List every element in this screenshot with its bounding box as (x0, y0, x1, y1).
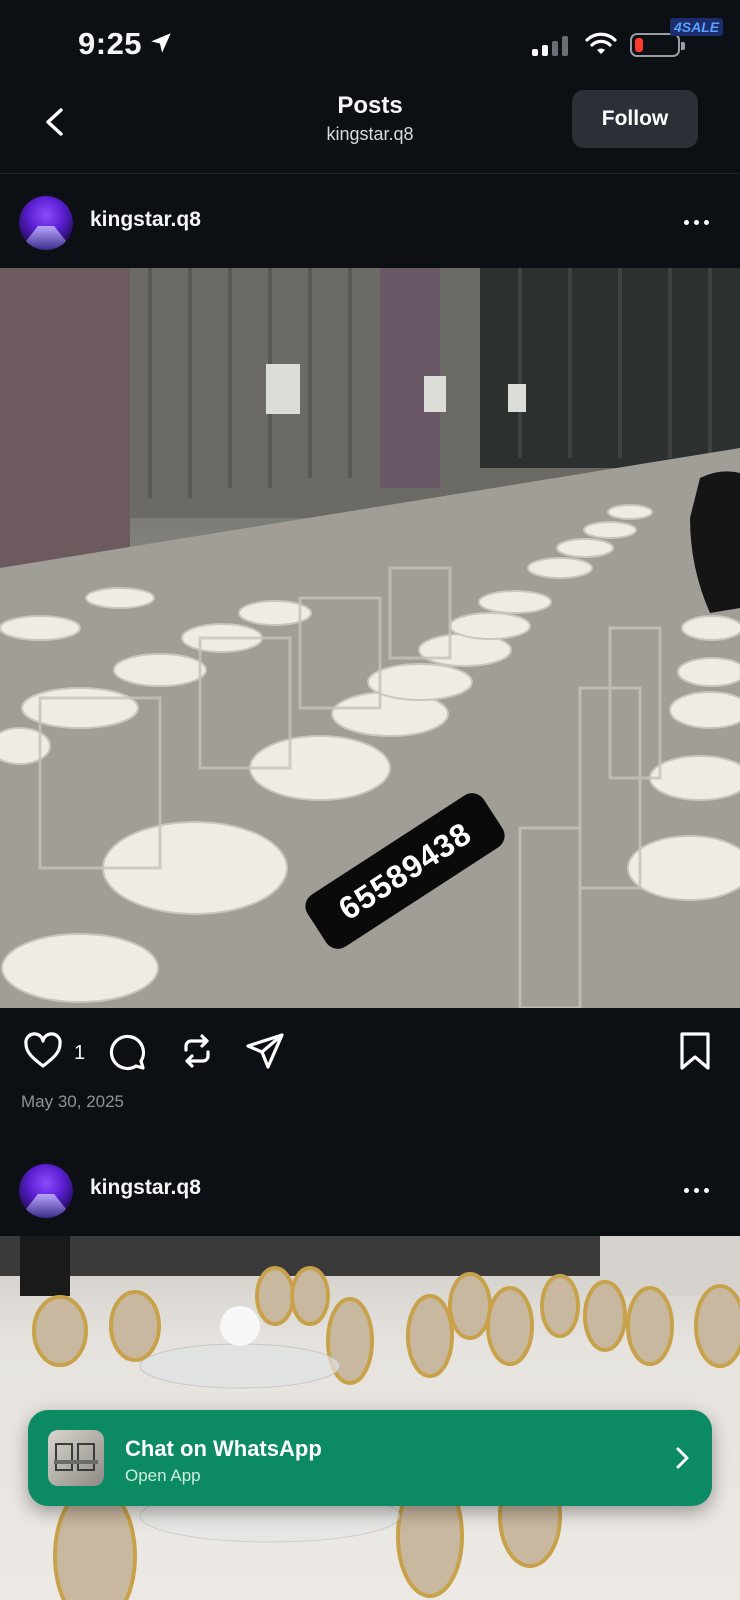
post-image[interactable]: 65589438 (0, 268, 740, 1008)
cellular-signal-icon (532, 36, 568, 56)
sale-badge: 4SALE (670, 18, 724, 36)
banner-title: Chat on WhatsApp (125, 1436, 322, 1461)
post-actions: 1 (0, 1008, 740, 1098)
whatsapp-banner[interactable]: Chat on WhatsApp Open App (28, 1410, 712, 1506)
follow-button[interactable]: Follow (572, 90, 698, 148)
post-header: kingstar.q8 (0, 1154, 740, 1226)
more-horizontal-icon[interactable] (684, 210, 720, 234)
battery-low-icon (630, 33, 685, 57)
post-username[interactable]: kingstar.q8 (90, 1176, 201, 1200)
post-username[interactable]: kingstar.q8 (90, 208, 201, 232)
app-thumbnail (48, 1430, 104, 1486)
post-date: May 30, 2025 (21, 1092, 125, 1111)
repost-icon[interactable] (176, 1030, 218, 1072)
posts-header: Posts kingstar.q8 Follow (0, 88, 740, 174)
post-header: kingstar.q8 (0, 186, 740, 258)
status-time: 9:25 (78, 26, 143, 61)
send-icon[interactable] (244, 1030, 286, 1072)
location-arrow-icon (151, 33, 171, 53)
chevron-right-icon[interactable] (668, 1444, 696, 1472)
banner-subtitle: Open App (125, 1466, 201, 1485)
comment-icon[interactable] (106, 1030, 148, 1072)
bookmark-icon[interactable] (674, 1030, 716, 1072)
like-count[interactable]: 1 (74, 1042, 85, 1065)
wifi-icon (585, 32, 617, 54)
avatar[interactable] (19, 196, 73, 250)
avatar[interactable] (19, 1164, 73, 1218)
heart-icon[interactable] (22, 1030, 64, 1072)
status-bar: 9:25 4SALE (0, 0, 740, 88)
more-horizontal-icon[interactable] (684, 1178, 720, 1202)
